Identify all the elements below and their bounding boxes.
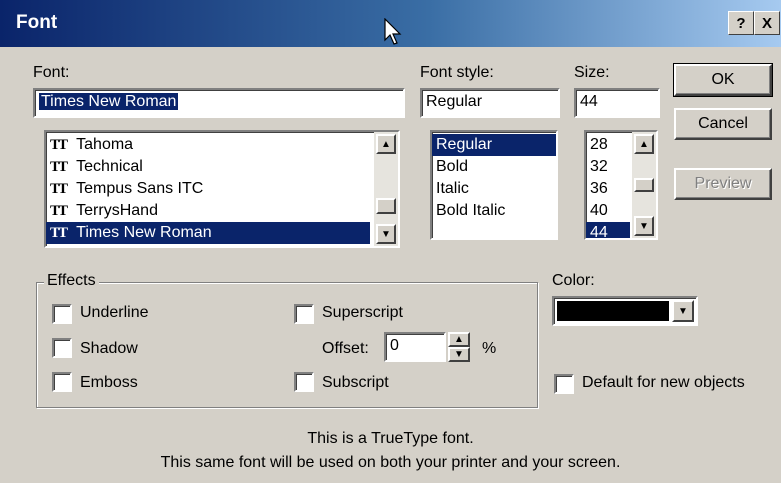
superscript-label: Superscript [322,304,403,321]
printer-screen-message: This same font will be used on both your… [160,454,621,471]
mouse-pointer-icon [384,18,402,45]
underline-checkbox[interactable] [52,304,72,324]
font-list-item[interactable]: TT Technical [46,156,370,178]
size-label: Size: [574,64,610,81]
style-list-item[interactable]: Bold Italic [432,200,556,222]
preview-button[interactable]: Preview [674,168,772,200]
spin-up-icon[interactable]: ▲ [448,332,470,347]
font-list-item[interactable]: TT Tahoma [46,134,370,156]
window-title: Font [16,12,58,33]
font-list-item-label: Technical [76,158,143,175]
size-list-item[interactable]: 28 [586,134,630,156]
default-new-objects-label: Default for new objects [582,374,745,391]
size-list-scrollbar[interactable]: ▲ ▼ [632,132,656,238]
font-style-list[interactable]: Regular Bold Italic Bold Italic [430,130,558,240]
cancel-button[interactable]: Cancel [674,108,772,140]
size-list-item-label: 40 [590,202,608,219]
shadow-checkbox[interactable] [52,338,72,358]
scroll-down-icon[interactable]: ▼ [634,216,654,236]
style-list-item-label: Regular [436,136,493,153]
scroll-down-icon[interactable]: ▼ [376,224,396,244]
effects-label: Effects [44,272,99,290]
font-list-item-label: Tempus Sans ITC [76,180,204,197]
font-name-value: Times New Roman [39,93,179,110]
truetype-message: This is a TrueType font. [307,430,474,447]
font-list-item-label: Times New Roman [76,224,212,241]
truetype-icon: TT [50,137,68,153]
emboss-checkbox[interactable] [52,372,72,392]
spin-down-icon[interactable]: ▼ [448,347,470,362]
help-button[interactable]: ? [728,11,754,35]
offset-unit: % [482,340,497,357]
font-list-item[interactable]: TT TerrysHand [46,200,370,222]
color-label: Color: [552,272,595,289]
size-list[interactable]: 28 32 36 40 44 ▲ ▼ [584,130,658,240]
size-input[interactable]: 44 [574,88,660,118]
font-style-input[interactable]: Regular [420,88,560,118]
style-list-item-label: Italic [436,180,469,197]
size-list-item-label: 32 [590,158,608,175]
shadow-label: Shadow [80,340,138,357]
truetype-icon: TT [50,159,68,175]
font-list-scrollbar[interactable]: ▲ ▼ [374,132,398,246]
size-list-item-label: 36 [590,180,608,197]
font-list-item-label: TerrysHand [76,202,158,219]
truetype-icon: TT [50,225,68,241]
truetype-icon: TT [50,181,68,197]
font-list-item[interactable]: TT Tempus Sans ITC [46,178,370,200]
scroll-up-icon[interactable]: ▲ [376,134,396,154]
offset-spinner[interactable]: ▲ ▼ [448,332,470,362]
emboss-label: Emboss [80,374,138,391]
color-dropdown[interactable]: ▼ [552,296,698,326]
scroll-thumb[interactable] [376,198,396,214]
ok-button[interactable]: OK [673,63,773,97]
underline-label: Underline [80,304,149,321]
subscript-checkbox[interactable] [294,372,314,392]
offset-input[interactable]: 0 [384,332,446,362]
style-list-item[interactable]: Regular [432,134,556,156]
style-list-item[interactable]: Bold [432,156,556,178]
font-style-label: Font style: [420,64,494,81]
font-list-item-label: Tahoma [76,136,134,153]
chevron-down-icon[interactable]: ▼ [672,300,694,322]
size-list-item[interactable]: 44 [586,222,630,240]
superscript-checkbox[interactable] [294,304,314,324]
size-list-item[interactable]: 40 [586,200,630,222]
default-new-objects-checkbox[interactable] [554,374,574,394]
offset-label: Offset: [322,340,369,357]
scroll-thumb[interactable] [634,178,654,192]
font-list[interactable]: TT Tahoma TT Technical TT Tempus Sans ITC T… [44,130,400,248]
size-list-item[interactable]: 36 [586,178,630,200]
scroll-up-icon[interactable]: ▲ [634,134,654,154]
font-label: Font: [33,64,70,81]
font-list-item[interactable]: TT Times New Roman [46,222,370,244]
color-swatch [557,301,669,321]
size-list-item-label: 28 [590,136,608,153]
close-button[interactable]: X [754,11,780,35]
style-list-item[interactable]: Italic [432,178,556,200]
style-list-item-label: Bold [436,158,469,175]
truetype-icon: TT [50,203,68,219]
size-list-item[interactable]: 32 [586,156,630,178]
subscript-label: Subscript [322,374,389,391]
style-list-item-label: Bold Italic [436,202,506,219]
size-list-item-label: 44 [590,224,608,240]
font-name-input[interactable]: Times New Roman [33,88,405,118]
